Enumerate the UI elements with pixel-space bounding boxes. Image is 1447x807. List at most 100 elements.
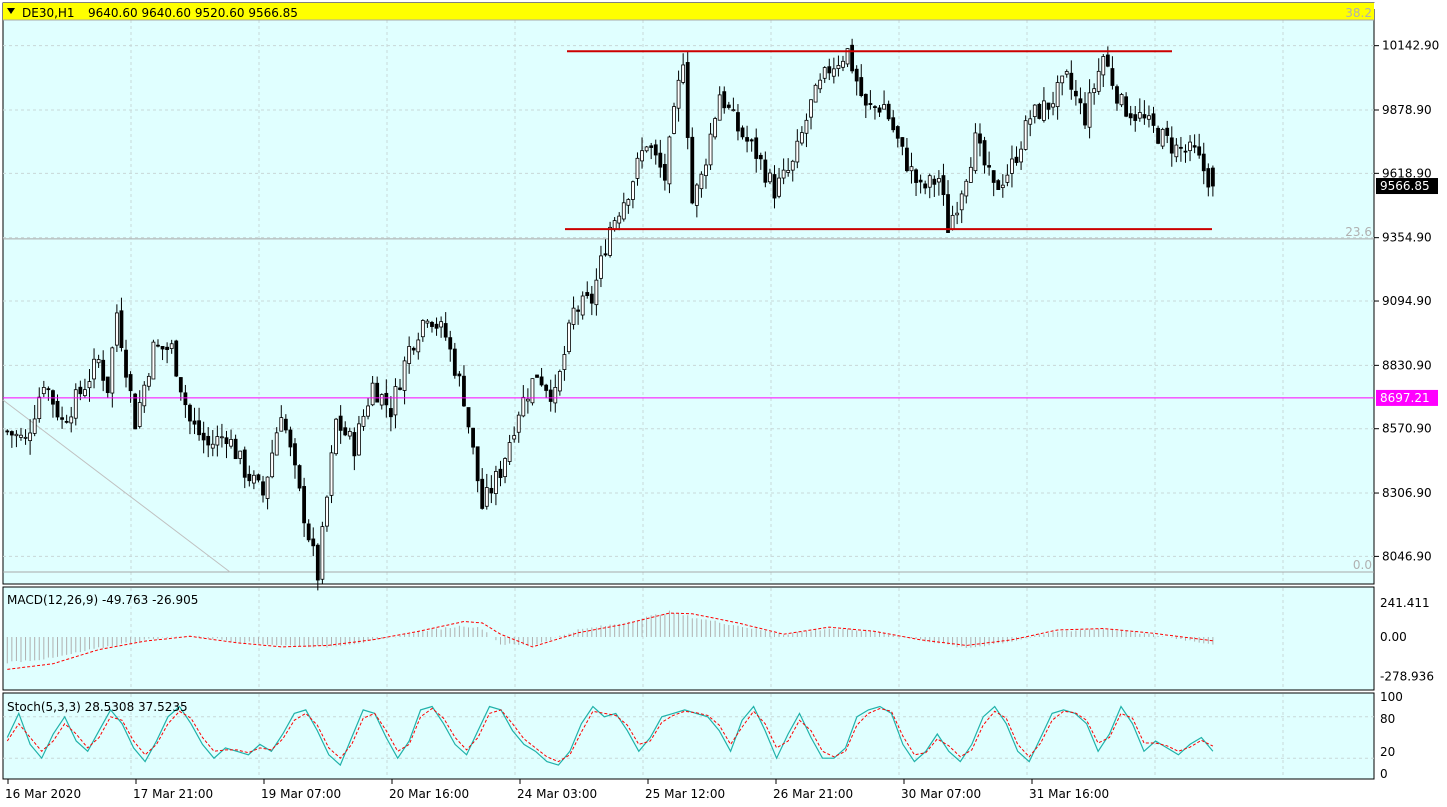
candle-body bbox=[713, 118, 718, 138]
candle-body bbox=[411, 347, 416, 351]
candle-body bbox=[557, 371, 562, 392]
candle-body bbox=[110, 347, 115, 394]
candle-body bbox=[256, 474, 261, 481]
candle-body bbox=[758, 154, 763, 160]
candle-body bbox=[631, 181, 635, 200]
candle-body bbox=[685, 62, 690, 138]
candle-body bbox=[1210, 167, 1215, 187]
candle-body bbox=[233, 438, 238, 460]
candle-body bbox=[585, 292, 590, 297]
price-axis-label: 8046.90 bbox=[1382, 549, 1432, 563]
candle-body bbox=[425, 320, 430, 324]
candle-body bbox=[786, 169, 791, 173]
candle-body bbox=[165, 346, 170, 350]
fib-level-label: 0.0 bbox=[1353, 558, 1372, 572]
candle-body bbox=[201, 432, 206, 441]
candle-body bbox=[32, 418, 37, 434]
candle-body bbox=[777, 177, 781, 197]
candle-body bbox=[722, 91, 727, 109]
candle-body bbox=[968, 166, 973, 183]
candle-body bbox=[736, 112, 740, 132]
candle-body bbox=[357, 423, 361, 456]
candle-body bbox=[809, 99, 813, 118]
candle-body bbox=[562, 354, 567, 370]
candle-body bbox=[799, 132, 804, 144]
candle-body bbox=[475, 446, 480, 482]
candle-body bbox=[621, 202, 626, 220]
candle-body bbox=[183, 392, 188, 406]
candle-body bbox=[1115, 86, 1119, 104]
candle-body bbox=[873, 106, 877, 108]
candle-body bbox=[1142, 114, 1147, 119]
candle-body bbox=[197, 420, 201, 436]
candle-body bbox=[1073, 90, 1078, 97]
stoch-panel-bg bbox=[2, 692, 1375, 780]
candle-body bbox=[507, 442, 512, 462]
price-axis-label: 8306.90 bbox=[1382, 486, 1432, 500]
candle-body bbox=[854, 68, 859, 82]
price-axis-label: 8830.90 bbox=[1382, 358, 1432, 372]
candle-body bbox=[886, 103, 891, 120]
candle-body bbox=[589, 293, 594, 304]
candle-body bbox=[790, 160, 795, 171]
candle-body bbox=[704, 164, 708, 177]
candle-body bbox=[1037, 103, 1042, 119]
candle-body bbox=[5, 430, 10, 433]
candle-body bbox=[41, 387, 46, 395]
candle-body bbox=[443, 323, 448, 338]
time-axis-label: 26 Mar 21:00 bbox=[773, 787, 853, 801]
candle-body bbox=[1192, 145, 1197, 148]
candle-body bbox=[690, 136, 695, 204]
candle-body bbox=[466, 407, 471, 428]
candle-body bbox=[60, 417, 64, 420]
candle-body bbox=[14, 433, 19, 437]
candle-body bbox=[315, 544, 320, 581]
candle-body bbox=[160, 346, 165, 350]
candle-body bbox=[982, 140, 987, 166]
candle-body bbox=[133, 393, 138, 430]
candle-body bbox=[306, 523, 311, 541]
candle-body bbox=[1069, 72, 1074, 90]
candle-body bbox=[909, 166, 914, 172]
candle-body bbox=[1201, 153, 1206, 172]
candle-body bbox=[338, 415, 343, 431]
candle-body bbox=[1151, 113, 1156, 126]
candle-body bbox=[119, 310, 124, 348]
candle-body bbox=[1133, 114, 1138, 121]
candle-body bbox=[137, 402, 142, 427]
candle-body bbox=[388, 408, 393, 418]
candle-body bbox=[936, 178, 941, 183]
candle-body bbox=[274, 432, 279, 456]
candle-body bbox=[941, 175, 946, 196]
candle-body bbox=[370, 382, 375, 406]
candle-body bbox=[649, 145, 654, 148]
candle-body bbox=[635, 157, 640, 179]
candle-body bbox=[64, 420, 69, 423]
candle-body bbox=[667, 136, 672, 185]
candle-body bbox=[224, 437, 229, 445]
candle-body bbox=[1083, 103, 1087, 126]
candle-body bbox=[525, 398, 530, 402]
candle-body bbox=[594, 279, 599, 306]
candle-body bbox=[128, 374, 133, 392]
candle-body bbox=[238, 450, 243, 459]
candle-body bbox=[242, 449, 247, 478]
candle-body bbox=[1165, 127, 1170, 136]
time-axis-label: 16 Mar 2020 bbox=[5, 787, 81, 801]
candle-body bbox=[1156, 127, 1160, 144]
candle-body bbox=[955, 212, 960, 216]
candle-body bbox=[1124, 96, 1129, 117]
stoch-label: Stoch(5,3,3) 28.5308 37.5235 bbox=[7, 700, 188, 714]
candle-body bbox=[1010, 158, 1014, 174]
candle-body bbox=[452, 348, 457, 376]
candle-body bbox=[653, 144, 658, 156]
candle-body bbox=[420, 320, 425, 338]
candle-body bbox=[708, 133, 713, 166]
candle-body bbox=[877, 107, 882, 113]
candle-body bbox=[156, 344, 160, 347]
candle-body bbox=[827, 66, 832, 74]
candle-body bbox=[1183, 150, 1188, 153]
candle-body bbox=[1105, 54, 1110, 67]
candle-body bbox=[535, 374, 539, 378]
candle-body bbox=[1188, 141, 1192, 152]
